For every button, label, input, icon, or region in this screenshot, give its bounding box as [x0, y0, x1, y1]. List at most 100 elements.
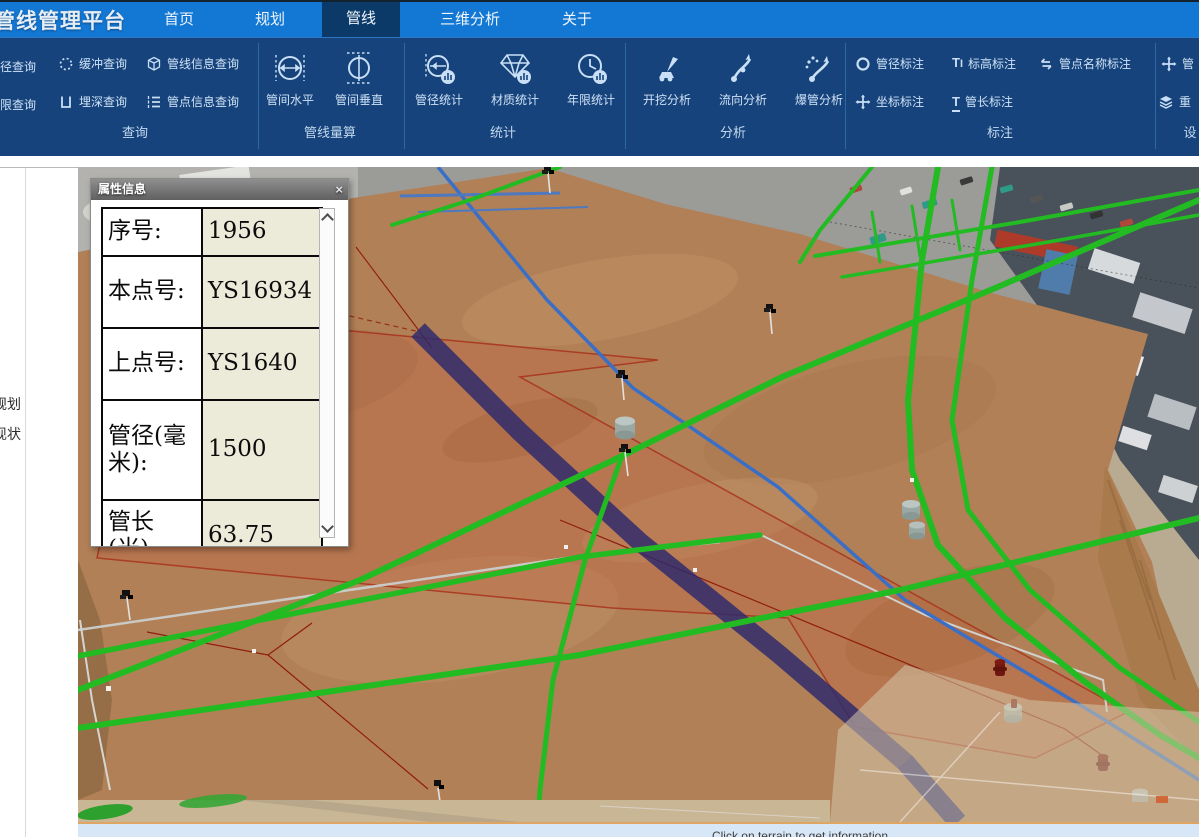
table-row: 上点号: YS1640 [102, 328, 322, 400]
scroll-down-icon[interactable] [321, 520, 334, 533]
swap-arrows-icon [1038, 56, 1054, 72]
attr-label: 本点号: [102, 256, 202, 328]
ribbon-item-label: 重 [1179, 93, 1191, 110]
ribbon-item-material-stat[interactable]: 材质统计 [486, 49, 544, 108]
ribbon-item-diameter-query[interactable]: 径查询 [0, 58, 36, 75]
ribbon-item-depth-query[interactable]: 埋深查询 [58, 93, 127, 110]
attr-value: 1956 [202, 208, 322, 256]
ribbon-item-length-label[interactable]: T 管长标注 [952, 93, 1013, 110]
ribbon-item-flow-analysis[interactable]: 流向分析 [714, 49, 772, 108]
ribbon-group-label-analysis: 分析 [708, 122, 758, 141]
ribbon-item-reset[interactable]: 重 [1158, 93, 1191, 110]
ribbon-group-label-measure: 管线量算 [290, 122, 370, 141]
crosshair-icon [1161, 56, 1177, 72]
ribbon-item-buffer-query[interactable]: 缓冲查询 [58, 55, 127, 72]
status-text: Click on terrain to get information [640, 829, 960, 837]
layer-item-planning[interactable]: 规划 [0, 394, 21, 414]
ribbon-item-label: 埋深查询 [79, 93, 127, 110]
attr-label: 管长(米): [102, 500, 202, 546]
ribbon-item-label: 流向分析 [719, 93, 767, 107]
ribbon-group-label-annotate: 标注 [975, 122, 1025, 141]
attr-label: 上点号: [102, 328, 202, 400]
ribbon-item-burst-analysis[interactable]: 爆管分析 [790, 49, 848, 108]
layer-item-current[interactable]: 现状 [0, 424, 21, 444]
ribbon-toolbar: 径查询 缓冲查询 管线信息查询 限查询 埋深查询 管点信息查询 查询 [0, 37, 1199, 156]
app-root: 管线管理平台 首页 规划 管线 三维分析 关于 径查询 缓冲查询 管线信息查询 … [0, 0, 1199, 837]
tab-about[interactable]: 关于 [548, 2, 606, 37]
main-top-border [0, 167, 78, 168]
table-row: 管径(毫米): 1500 [102, 400, 322, 500]
attribute-info-popup: 属性信息 × 序号: 1956 本点号: YS16934 上点号: YS1640… [90, 178, 349, 547]
ribbon-item-diameter-stat[interactable]: 管径统计 [410, 49, 468, 108]
diameter-stat-icon [420, 49, 458, 87]
table-row: 本点号: YS16934 [102, 256, 322, 328]
ribbon-item-label: 限查询 [0, 96, 36, 113]
ribbon-item-label: 标高标注 [968, 55, 1016, 72]
ribbon-item-horizontal-measure[interactable]: 管间水平 [261, 49, 319, 108]
material-stat-icon [496, 49, 534, 87]
excavate-icon [648, 49, 686, 87]
ribbon-item-label: 管间垂直 [335, 93, 383, 107]
ribbon-item-coordinate-label[interactable]: 坐标标注 [855, 93, 924, 110]
ribbon-item-label: 管间水平 [266, 93, 314, 107]
ribbon-group-label-stat: 统计 [478, 122, 528, 141]
ribbon-item-age-stat[interactable]: 年限统计 [562, 49, 620, 108]
attr-value: 1500 [202, 400, 322, 500]
tab-pipeline[interactable]: 管线 [322, 0, 400, 37]
table-row: 序号: 1956 [102, 208, 322, 256]
layers-icon [1158, 94, 1174, 110]
table-row: 管长(米): 63.75 [102, 500, 322, 546]
tab-home[interactable]: 首页 [148, 2, 210, 37]
attr-value: YS1640 [202, 328, 322, 400]
scroll-up-icon[interactable] [321, 213, 334, 226]
status-bar: Click on terrain to get information [78, 822, 1199, 837]
popup-body: 序号: 1956 本点号: YS16934 上点号: YS1640 管径(毫米)… [91, 200, 348, 546]
attr-value: YS16934 [202, 256, 322, 328]
ribbon-item-vertical-measure[interactable]: 管间垂直 [330, 49, 388, 108]
numbered-list-icon [146, 94, 162, 110]
ribbon-item-label: 年限统计 [567, 93, 615, 107]
popup-title: 属性信息 [98, 182, 146, 196]
ribbon-item-pipe-settings[interactable]: 管 [1161, 55, 1194, 72]
burst-icon [800, 49, 838, 87]
length-icon: T [952, 95, 960, 109]
ribbon-separator [258, 43, 259, 149]
ribbon-item-label: 管长标注 [965, 93, 1013, 110]
popup-title-bar[interactable]: 属性信息 × [91, 179, 348, 200]
sidebar-divider [25, 168, 26, 837]
ribbon-item-label: 开挖分析 [643, 93, 691, 107]
ribbon-separator [404, 43, 405, 149]
app-title: 管线管理平台 [0, 5, 126, 35]
ribbon-item-label: 管线信息查询 [167, 55, 239, 72]
ring-icon [855, 56, 871, 72]
attr-label: 序号: [102, 208, 202, 256]
age-stat-icon [572, 49, 610, 87]
depth-icon [58, 94, 74, 110]
tab-planning[interactable]: 规划 [240, 2, 300, 37]
flow-icon [724, 49, 762, 87]
attribute-table: 序号: 1956 本点号: YS16934 上点号: YS1640 管径(毫米)… [101, 207, 323, 546]
ribbon-item-label: 材质统计 [491, 93, 539, 107]
ribbon-item-diameter-label[interactable]: 管径标注 [855, 55, 924, 72]
ribbon-separator [1155, 43, 1156, 149]
window-top-edge [0, 0, 1199, 2]
popup-scrollbar[interactable] [319, 208, 335, 538]
ribbon-group-label-query: 查询 [110, 122, 160, 141]
top-navbar: 管线管理平台 首页 规划 管线 三维分析 关于 [0, 0, 1199, 37]
ribbon-item-point-name-label[interactable]: 管点名称标注 [1038, 55, 1131, 72]
vertical-measure-icon [340, 49, 378, 87]
ribbon-group-label-settings: 设 [1170, 122, 1199, 141]
crosshair-icon [855, 94, 871, 110]
tab-3d-analysis[interactable]: 三维分析 [420, 2, 520, 37]
attr-label: 管径(毫米): [102, 400, 202, 500]
ribbon-item-label: 管点信息查询 [167, 93, 239, 110]
close-icon[interactable]: × [335, 179, 343, 200]
elevation-icon: TI [952, 56, 963, 71]
cube-icon [146, 56, 162, 72]
ribbon-item-excavate-analysis[interactable]: 开挖分析 [638, 49, 696, 108]
ribbon-item-age-query[interactable]: 限查询 [0, 96, 36, 113]
ribbon-item-elevation-label[interactable]: TI 标高标注 [952, 55, 1016, 72]
attr-value: 63.75 [202, 500, 322, 546]
ribbon-item-pipeline-info-query[interactable]: 管线信息查询 [146, 55, 239, 72]
ribbon-item-point-info-query[interactable]: 管点信息查询 [146, 93, 239, 110]
